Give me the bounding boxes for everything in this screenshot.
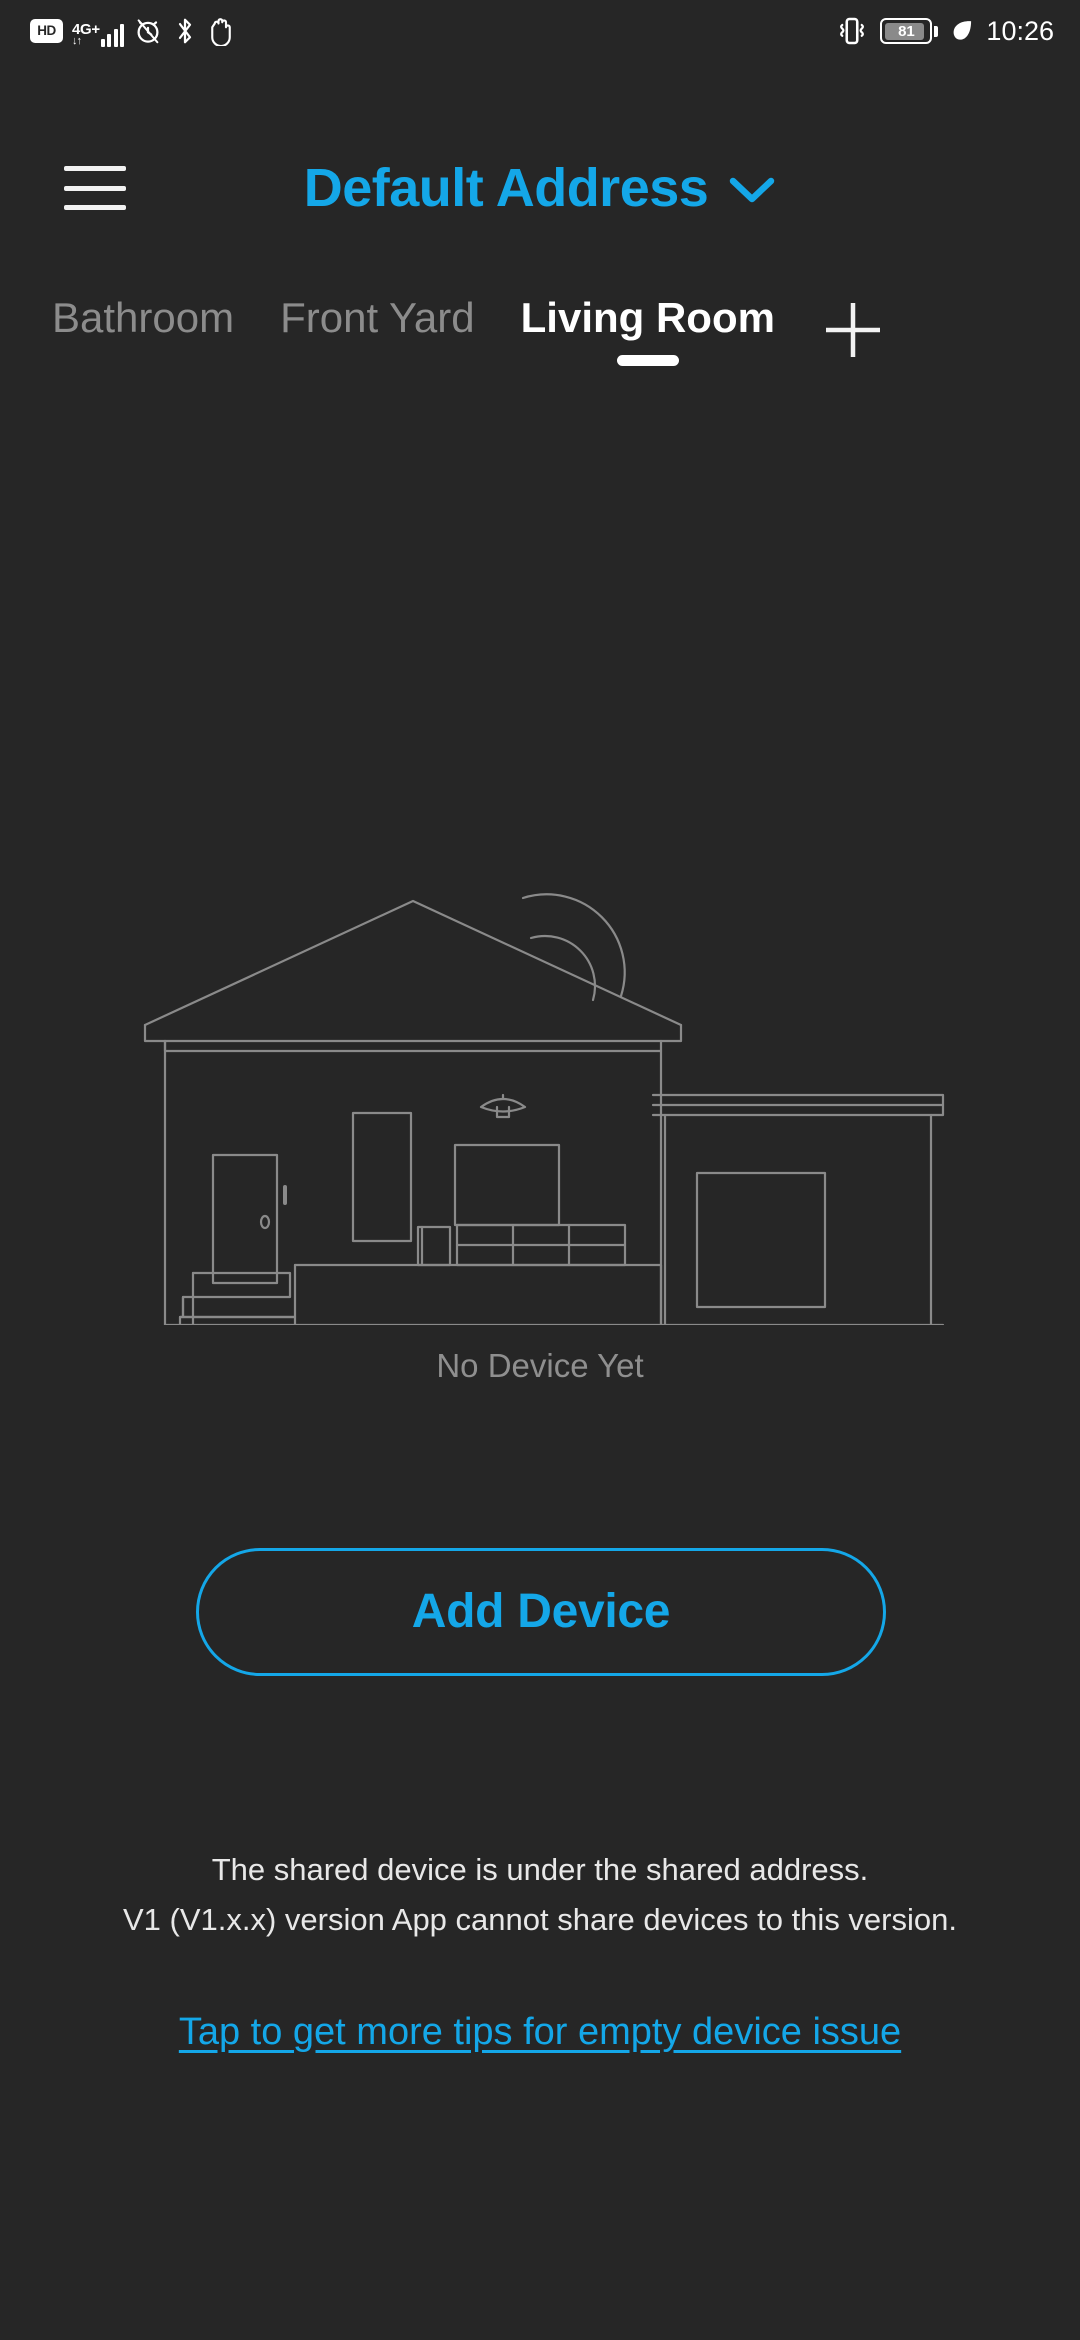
chevron-down-icon — [728, 175, 776, 210]
battery-percent: 81 — [898, 22, 915, 40]
app-screen: HD 4G+ ↓↑ 81 10:26 Default Address Bathr… — [0, 0, 1080, 2340]
tips-link[interactable]: Tap to get more tips for empty device is… — [50, 2000, 1030, 2064]
empty-state: No Device Yet — [0, 855, 1080, 1382]
add-device-label: Add Device — [411, 1585, 671, 1638]
network-arrows-icon: ↓↑ — [72, 35, 82, 47]
hand-gesture-icon — [207, 16, 235, 46]
status-bar-clock: 10:26 — [986, 15, 1054, 46]
bluetooth-icon — [172, 16, 198, 46]
hamburger-menu-icon[interactable] — [64, 162, 126, 214]
footer-line-1: The shared device is under the shared ad… — [211, 1852, 869, 1887]
tab-indicator — [616, 355, 679, 366]
status-bar-left: HD 4G+ ↓↑ — [30, 15, 235, 47]
empty-state-message: No Device Yet — [436, 1347, 644, 1384]
tab-living-room[interactable]: Living Room — [521, 290, 775, 366]
status-bar: HD 4G+ ↓↑ 81 10:26 — [0, 0, 1080, 62]
status-bar-right: 81 10:26 — [835, 16, 1054, 46]
address-selector[interactable]: Default Address — [0, 140, 1080, 236]
add-device-button[interactable]: Add Device — [196, 1548, 886, 1676]
tab-bathroom[interactable]: Bathroom — [52, 290, 234, 366]
app-header: Default Address — [0, 140, 1080, 236]
house-line-art-illustration — [143, 893, 945, 1325]
footer-note: The shared device is under the shared ad… — [0, 1845, 1080, 1945]
room-tabs: Bathroom Front Yard Living Room — [0, 290, 1080, 400]
eco-leaf-icon — [949, 17, 975, 45]
page-title: Default Address — [303, 158, 709, 218]
plus-icon[interactable] — [817, 294, 889, 366]
alarm-muted-icon — [133, 16, 163, 46]
hd-badge-icon: HD — [30, 19, 63, 43]
vibrate-icon — [835, 16, 869, 46]
battery-icon: 81 — [880, 18, 939, 44]
tab-front-yard[interactable]: Front Yard — [280, 290, 475, 366]
signal-bars-icon — [100, 22, 125, 47]
footer-line-2: V1 (V1.x.x) version App cannot share dev… — [123, 1902, 957, 1937]
tab-label: Front Yard — [280, 294, 475, 341]
tab-label: Living Room — [520, 294, 775, 341]
tab-label: Bathroom — [52, 294, 235, 341]
network-4g-icon: 4G+ ↓↑ — [72, 15, 125, 47]
network-plus: + — [91, 21, 100, 38]
